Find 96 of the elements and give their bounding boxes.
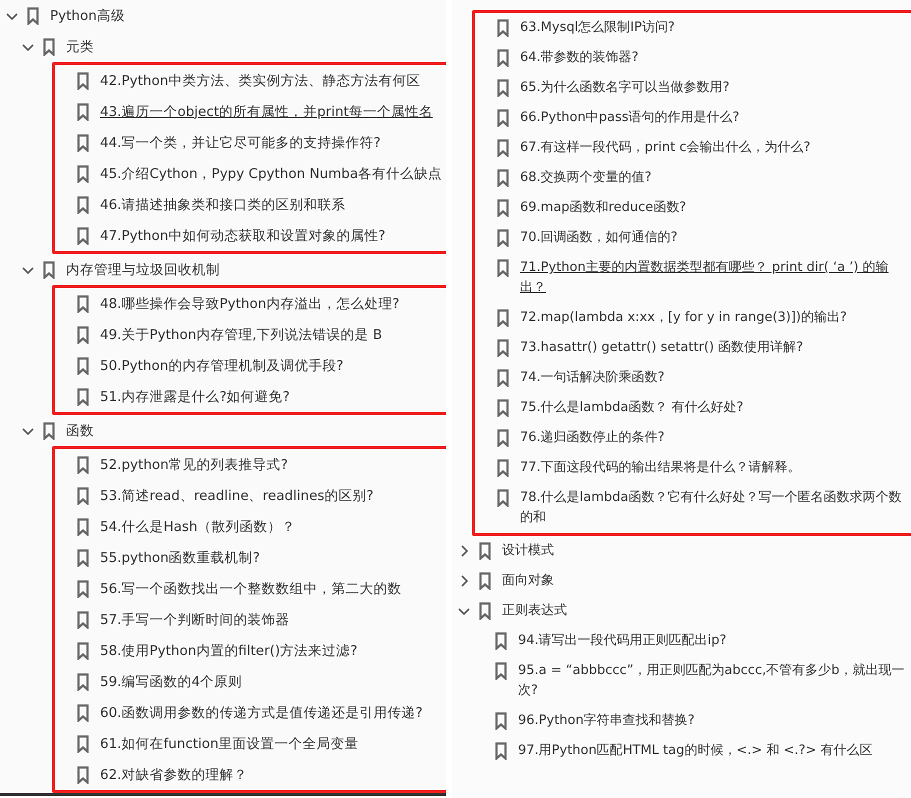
bookmark-icon: [77, 642, 89, 660]
section-title[interactable]: 正则表达式: [502, 601, 571, 621]
bookmark-link[interactable]: 62.对缺省参数的理解？: [100, 764, 252, 784]
bookmark-icon: [497, 199, 509, 217]
bookmark-icon: [43, 260, 55, 278]
bookmark-icon: [77, 134, 89, 152]
bookmark-icon: [495, 712, 507, 730]
section-title[interactable]: 元类: [66, 36, 98, 56]
bookmark-link[interactable]: 63.Mysql怎么限制IP访问?: [520, 18, 679, 38]
bookmark-icon: [77, 486, 89, 504]
bookmark-link[interactable]: 73.hasattr() getattr() setattr() 函数使用详解?: [520, 338, 808, 358]
bookmark-link[interactable]: 45.介绍Cython，Pypy Cpython Numba各有什么缺点: [100, 164, 446, 184]
bookmark-icon: [77, 164, 89, 182]
bookmark-icon: [495, 632, 507, 650]
bookmark-link[interactable]: 46.请描述抽象类和接口类的区别和联系: [100, 194, 350, 214]
bookmark-icon: [77, 72, 89, 90]
bookmark-link[interactable]: 96.Python字符串查找和替换?: [518, 711, 699, 731]
bookmark-link[interactable]: 78.什么是lambda函数？它有什么好处？写一个匿名函数求两个数的和: [520, 488, 911, 528]
bookmark-icon: [497, 339, 509, 357]
bookmark-link[interactable]: 75.什么是lambda函数？ 有什么好处?: [520, 398, 748, 418]
bookmark-icon: [43, 38, 55, 56]
bookmark-icon: [495, 742, 507, 760]
bookmark-icon: [479, 572, 491, 590]
bookmark-link[interactable]: 70.回调函数，如何通信的?: [520, 228, 682, 248]
bookmark-icon: [497, 459, 509, 477]
bookmark-link[interactable]: 67.有这样一段代码，print c会输出什么，为什么?: [520, 138, 814, 158]
bookmark-icon: [77, 196, 89, 214]
bookmark-icon: [497, 369, 509, 387]
section-title[interactable]: 函数: [66, 420, 98, 440]
bookmark-link[interactable]: 68.交换两个变量的值?: [520, 168, 656, 188]
bookmark-link[interactable]: 61.如何在function里面设置一个全局变量: [100, 734, 363, 754]
bookmark-icon: [497, 489, 509, 507]
bookmark-icon: [27, 6, 39, 24]
bookmark-icon: [497, 309, 509, 327]
bookmark-icon: [479, 602, 491, 620]
bookmark-icon: [497, 229, 509, 247]
bookmark-icon: [497, 109, 509, 127]
bookmark-link[interactable]: 94.请写出一段代码用正则匹配出ip?: [518, 631, 730, 651]
bookmark-link[interactable]: 59.编写函数的4个原则: [100, 672, 246, 692]
bookmark-link[interactable]: 66.Python中pass语句的作用是什么?: [520, 108, 744, 128]
bookmark-link[interactable]: 56.写一个函数找出一个整数数组中，第二大的数: [100, 578, 406, 598]
bookmark-icon: [77, 388, 89, 406]
section-title[interactable]: 面向对象: [502, 571, 558, 591]
bookmark-link[interactable]: 52.python常见的列表推导式?: [100, 454, 292, 474]
bookmark-icon: [497, 139, 509, 157]
bookmark-link[interactable]: 44.写一个类，并让它尽可能多的支持操作符?: [100, 132, 385, 152]
bookmark-link[interactable]: 50.Python的内存管理机制及调优手段?: [100, 356, 348, 376]
section-title[interactable]: 设计模式: [502, 541, 558, 561]
bookmark-link[interactable]: 42.Python中类方法、类实例方法、静态方法有何区: [100, 70, 424, 90]
bookmark-icon: [77, 734, 89, 752]
bookmark-link[interactable]: 97.用Python匹配HTML tag的时候，<.> 和 <.?> 有什么区: [518, 741, 876, 761]
bookmark-icon: [43, 422, 55, 440]
bookmark-link[interactable]: 51.内存泄露是什么?如何避免?: [100, 386, 294, 406]
bookmark-icon: [77, 226, 89, 244]
bookmark-icon: [497, 259, 509, 277]
bookmark-icon: [77, 356, 89, 374]
bookmark-link[interactable]: 57.手写一个判断时间的装饰器: [100, 610, 294, 630]
bookmark-icon: [77, 766, 89, 784]
bookmark-icon: [497, 169, 509, 187]
bookmark-icon: [497, 79, 509, 97]
bookmark-link[interactable]: 65.为什么函数名字可以当做参数用?: [520, 78, 734, 98]
bookmark-link[interactable]: 77.下面这段代码的输出结果将是什么？请解释。: [520, 458, 805, 478]
section-title[interactable]: Python高级: [50, 6, 129, 26]
bookmark-link[interactable]: 69.map函数和reduce函数?: [520, 198, 690, 218]
bookmark-icon: [77, 456, 89, 474]
bookmark-link[interactable]: 49.关于Python内存管理,下列说法错误的是 B: [100, 324, 386, 344]
bookmark-link[interactable]: 72.map(lambda x:xx，[y for y in range(3)])的输出?: [520, 308, 851, 328]
bookmark-icon: [77, 326, 89, 344]
bookmark-icon: [77, 518, 89, 536]
bookmark-link[interactable]: 64.带参数的装饰器?: [520, 48, 643, 68]
bookmark-link[interactable]: 48.哪些操作会导致Python内存溢出，怎么处理?: [100, 294, 404, 314]
bookmark-icon: [77, 672, 89, 690]
bookmark-link[interactable]: 74.一句话解决阶乘函数?: [520, 368, 669, 388]
bookmark-icon: [77, 102, 89, 120]
bookmark-link[interactable]: 47.Python中如何动态获取和设置对象的属性?: [100, 226, 390, 246]
bookmark-icon: [77, 294, 89, 312]
bookmark-link[interactable]: 55.python函数重载机制?: [100, 548, 264, 568]
bookmark-link[interactable]: 71.Python主要的内置数据类型都有哪些？ print dir( ‘a ’) 的输出？: [520, 258, 911, 298]
bookmark-link[interactable]: 43.遍历一个object的所有属性，并print每一个属性名: [100, 102, 437, 122]
bookmark-icon: [497, 49, 509, 67]
bookmark-icon: [77, 610, 89, 628]
bookmark-link[interactable]: 60.函数调用参数的传递方式是值传递还是引用传递?: [100, 702, 427, 722]
bookmark-icon: [77, 548, 89, 566]
bookmark-link[interactable]: 53.简述read、readline、readlines的区别?: [100, 486, 378, 506]
bookmark-icon: [77, 580, 89, 598]
bookmark-icon: [77, 704, 89, 722]
bookmark-link[interactable]: 58.使用Python内置的filter()方法来过滤?: [100, 640, 362, 660]
bookmark-link[interactable]: 95.a = “abbbccc”，用正则匹配为abccc,不管有多少b，就出现一次?: [518, 661, 911, 701]
bookmark-icon: [497, 429, 509, 447]
bookmark-icon: [479, 542, 491, 560]
bookmark-icon: [497, 19, 509, 37]
bookmark-icon: [497, 399, 509, 417]
bookmark-link[interactable]: 76.递归函数停止的条件?: [520, 428, 669, 448]
section-title[interactable]: 内存管理与垃圾回收机制: [66, 260, 224, 280]
bookmark-icon: [495, 662, 507, 680]
bookmark-link[interactable]: 54.什么是Hash（散列函数）？: [100, 516, 300, 536]
